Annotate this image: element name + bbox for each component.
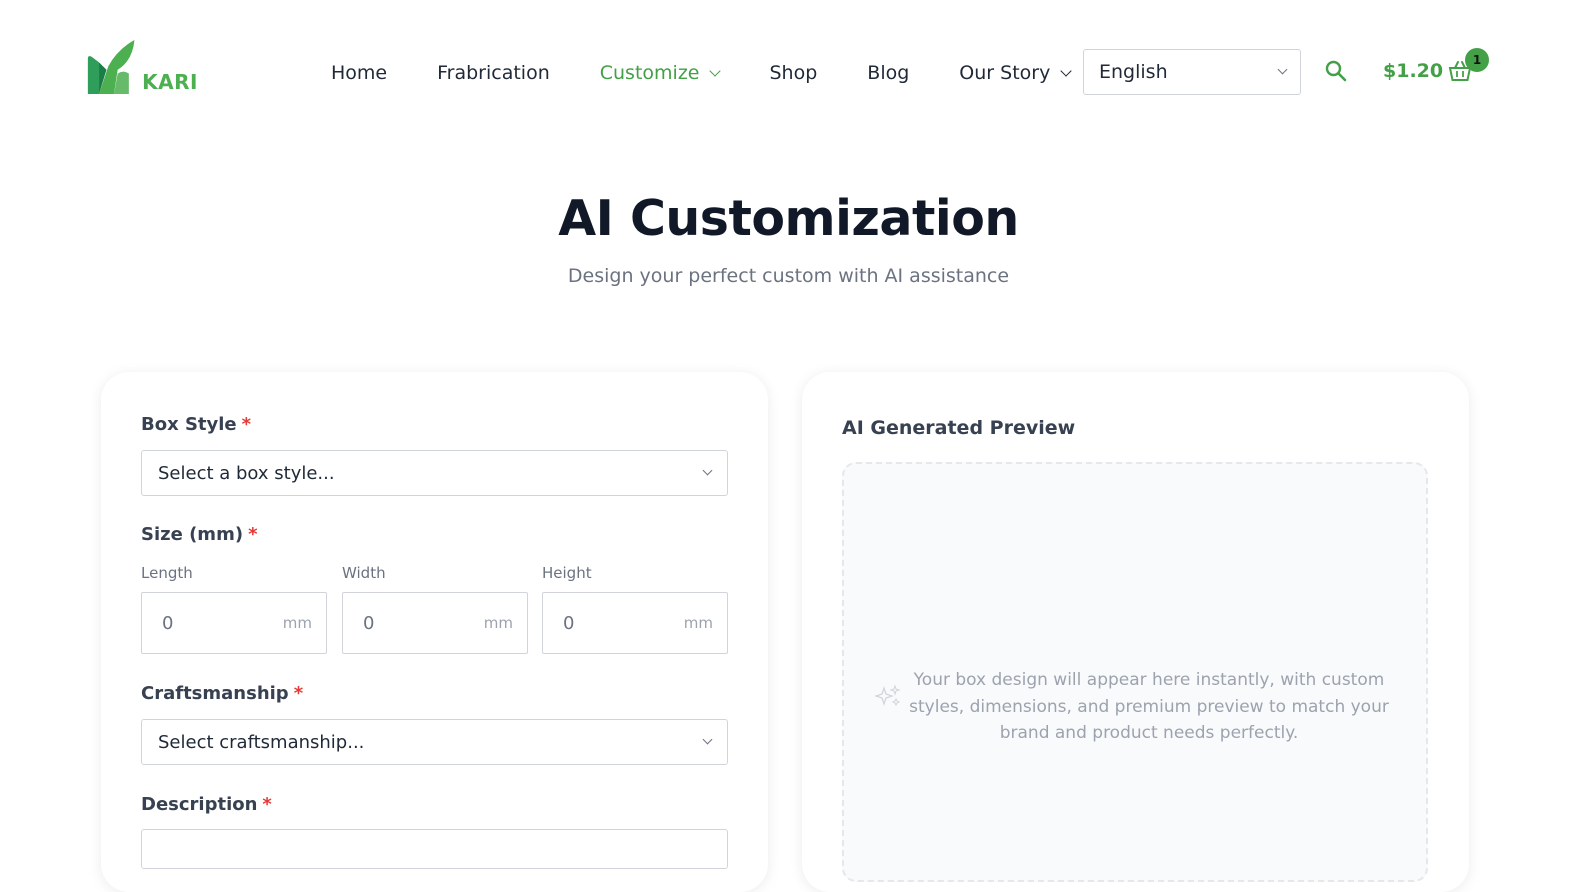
chevron-down-icon: [1277, 64, 1288, 75]
brand-logo[interactable]: KARI: [86, 34, 198, 98]
required-marker: *: [293, 683, 304, 704]
nav-label: Our Story: [959, 62, 1051, 84]
description-textarea[interactable]: [141, 829, 728, 869]
length-label: Length: [141, 564, 193, 582]
nav-label: Shop: [769, 62, 818, 84]
site-header: KARI Home Frabrication Customize Shop Bl…: [0, 0, 1577, 145]
label-text: Size (mm): [141, 524, 244, 545]
label-text: Craftsmanship: [141, 683, 289, 704]
cart-count-badge: 1: [1465, 48, 1489, 72]
nav-item-frabrication[interactable]: Frabrication: [437, 62, 550, 84]
page-subtitle: Design your perfect custom with AI assis…: [567, 265, 1010, 287]
language-value: English: [1099, 61, 1168, 83]
select-placeholder: Select craftsmanship...: [158, 731, 365, 753]
nav-item-shop[interactable]: Shop: [769, 62, 817, 84]
label-text: Description: [141, 794, 258, 815]
preview-area: Your box design will appear here instant…: [842, 462, 1428, 882]
chevron-down-icon: [1060, 64, 1072, 77]
label-text: Box Style: [141, 414, 237, 435]
preview-card: AI Generated Preview Your box design wil…: [802, 372, 1469, 892]
page-title: AI Customization: [558, 190, 1019, 247]
preview-title: AI Generated Preview: [842, 417, 1076, 439]
length-input[interactable]: 0 mm: [141, 592, 327, 654]
unit-suffix: mm: [483, 614, 513, 632]
craftsmanship-select[interactable]: Select craftsmanship...: [141, 719, 728, 765]
nav-label: Blog: [867, 62, 910, 84]
input-value: 0: [162, 612, 174, 634]
unit-suffix: mm: [683, 614, 713, 632]
description-label: Description *: [141, 794, 272, 815]
nav-item-customize[interactable]: Customize: [599, 62, 722, 84]
main-nav: Home Frabrication Customize Shop Blog Ou…: [331, 56, 1072, 90]
search-icon[interactable]: [1325, 60, 1347, 82]
width-label: Width: [342, 564, 386, 582]
box-style-select[interactable]: Select a box style...: [141, 450, 728, 496]
cart-total[interactable]: $1.20: [1383, 60, 1443, 82]
size-label: Size (mm) *: [141, 524, 257, 545]
box-style-label: Box Style *: [141, 414, 251, 435]
brand-name: KARI: [142, 70, 198, 94]
nav-label: Frabrication: [437, 62, 550, 84]
preview-placeholder-text: Your box design will appear here instant…: [909, 670, 1389, 743]
language-select[interactable]: English: [1083, 49, 1301, 95]
input-value: 0: [563, 612, 575, 634]
leaf-logo-icon: [87, 39, 135, 95]
nav-item-blog[interactable]: Blog: [867, 62, 909, 84]
required-marker: *: [262, 794, 272, 815]
customization-form-card: Box Style * Select a box style... Size (m…: [101, 372, 768, 892]
width-input[interactable]: 0 mm: [342, 592, 528, 654]
nav-item-our-story[interactable]: Our Story: [959, 62, 1072, 84]
height-input[interactable]: 0 mm: [542, 592, 728, 654]
select-placeholder: Select a box style...: [158, 462, 335, 484]
chevron-down-icon: [702, 734, 713, 745]
required-marker: *: [241, 414, 252, 435]
input-value: 0: [363, 612, 375, 634]
chevron-down-icon: [702, 465, 713, 476]
craftsmanship-label: Craftsmanship *: [141, 683, 303, 704]
nav-label: Home: [331, 62, 388, 84]
required-marker: *: [248, 524, 258, 545]
height-label: Height: [542, 564, 592, 582]
sparkle-icon: [874, 684, 901, 707]
nav-item-home[interactable]: Home: [331, 62, 387, 84]
unit-suffix: mm: [282, 614, 312, 632]
nav-label: Customize: [599, 62, 700, 84]
chevron-down-icon: [709, 64, 722, 77]
